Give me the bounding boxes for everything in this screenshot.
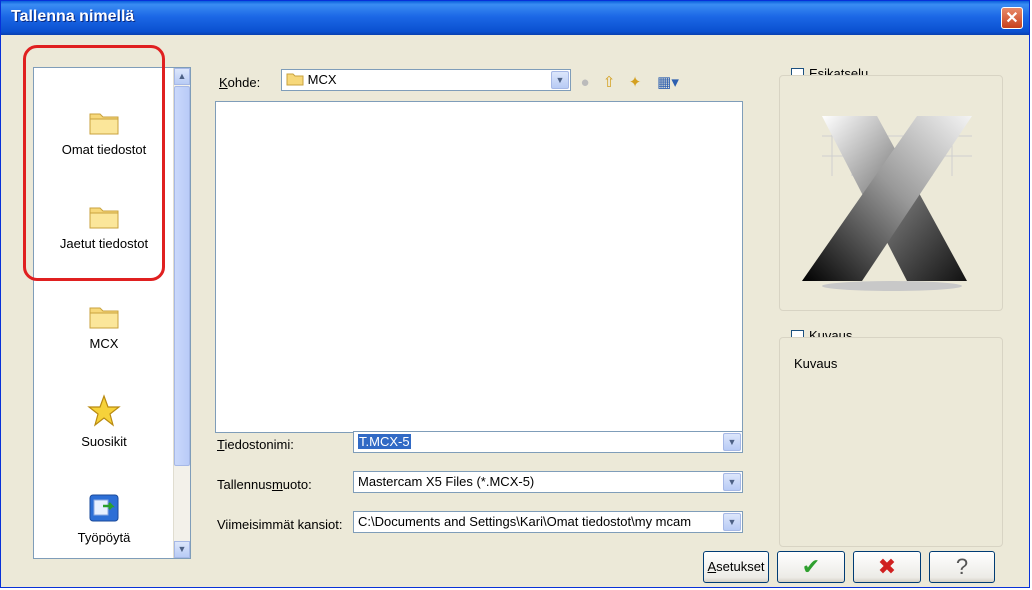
window-title: Tallenna nimellä [11, 8, 135, 25]
description-text: Kuvaus [794, 356, 838, 371]
cancel-button[interactable]: ✖ [853, 551, 921, 583]
location-value: MCX [307, 72, 337, 87]
scroll-down-button[interactable]: ▼ [174, 541, 190, 558]
recent-folders-label: Viimeisimmät kansiot: [217, 517, 343, 532]
place-label: Suosikit [81, 434, 127, 449]
folder-icon [89, 307, 119, 329]
close-button[interactable]: ✕ [1001, 7, 1023, 29]
file-list[interactable] [215, 101, 743, 433]
place-label: MCX [89, 336, 119, 351]
scroll-up-button[interactable]: ▲ [174, 68, 190, 85]
back-icon[interactable]: ● [575, 73, 595, 93]
filename-value: T.MCX-5 [358, 434, 411, 449]
place-label: Työpöytä [77, 530, 131, 545]
dialog-body: Omat tiedostot Jaetut tiedostot MCX Suos… [3, 35, 1027, 587]
help-question-icon: ? [955, 554, 969, 579]
preview-panel [779, 75, 1003, 311]
desktop-icon [89, 494, 119, 522]
mastercam-logo [802, 116, 972, 291]
filetype-label: Tallennusmuoto: [217, 477, 312, 492]
new-folder-icon[interactable]: ✦ [625, 73, 645, 93]
chevron-down-icon[interactable]: ▼ [551, 71, 569, 89]
recent-folders-select[interactable]: C:\Documents and Settings\Kari\Omat tied… [353, 511, 743, 533]
chevron-down-icon[interactable]: ▼ [723, 433, 741, 451]
cancel-x-icon: ✖ [877, 554, 897, 579]
save-as-dialog: Tallenna nimellä ✕ Omat tiedostot Jaetut… [0, 0, 1030, 588]
ok-button[interactable]: ✔ [777, 551, 845, 583]
places-scrollbar[interactable]: ▲ ▼ [173, 68, 190, 558]
filetype-select[interactable]: Mastercam X5 Files (*.MCX-5) ▼ [353, 471, 743, 493]
chevron-down-icon[interactable]: ▼ [723, 513, 741, 531]
filename-label: Tiedostonimi: [217, 437, 294, 452]
place-suosikit[interactable]: Suosikit [34, 394, 174, 449]
description-panel: Kuvaus [779, 337, 1003, 547]
recent-folders-value: C:\Documents and Settings\Kari\Omat tied… [358, 514, 692, 529]
checkmark-icon: ✔ [801, 554, 821, 579]
place-tyopoyta[interactable]: Työpöytä [34, 492, 174, 545]
view-menu-icon[interactable]: ▦▾ [651, 73, 685, 93]
place-mcx[interactable]: MCX [34, 302, 174, 351]
chevron-down-icon[interactable]: ▼ [723, 473, 741, 491]
settings-button[interactable]: Asetukset [703, 551, 769, 583]
folder-icon [286, 73, 304, 86]
filename-input[interactable]: T.MCX-5 ▼ [353, 431, 743, 453]
scroll-thumb[interactable] [174, 86, 190, 466]
title-bar[interactable]: Tallenna nimellä ✕ [1, 1, 1029, 35]
location-combobox[interactable]: MCX ▼ [281, 69, 571, 91]
star-icon [87, 394, 121, 427]
filetype-value: Mastercam X5 Files (*.MCX-5) [358, 474, 535, 489]
highlight-annotation [23, 45, 165, 281]
help-button[interactable]: ? [929, 551, 995, 583]
up-folder-icon[interactable]: ⇧ [599, 73, 619, 93]
location-label: Kohde: [219, 75, 261, 90]
